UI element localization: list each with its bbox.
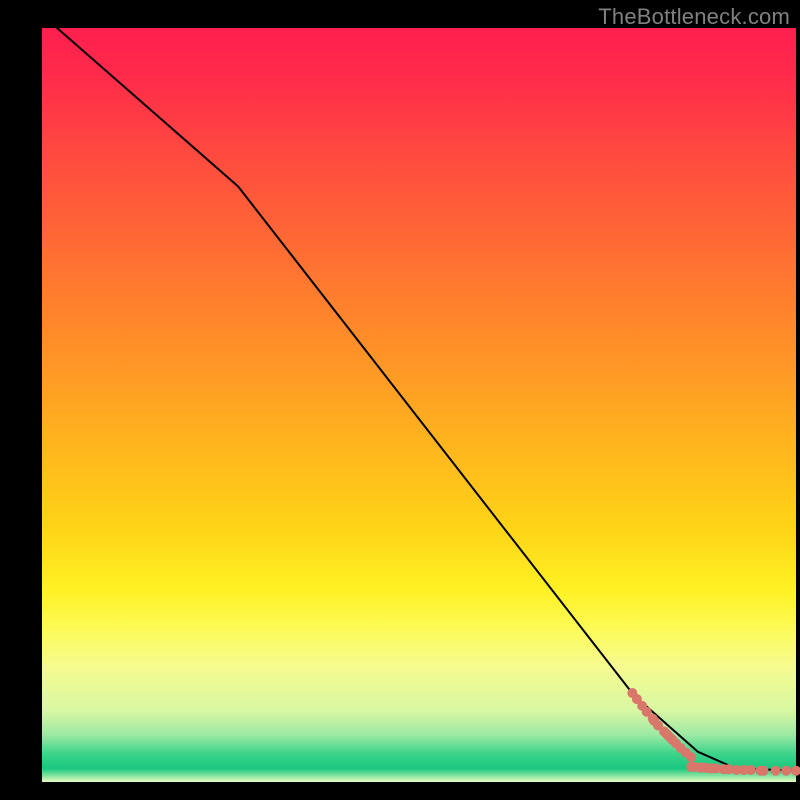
plot-background [42,28,796,782]
data-point [686,752,696,762]
data-point [771,766,781,776]
data-point [781,766,791,776]
data-point [759,766,769,776]
chart-stage: TheBottleneck.com [0,0,800,800]
chart-svg [0,0,800,800]
data-point [746,765,756,775]
